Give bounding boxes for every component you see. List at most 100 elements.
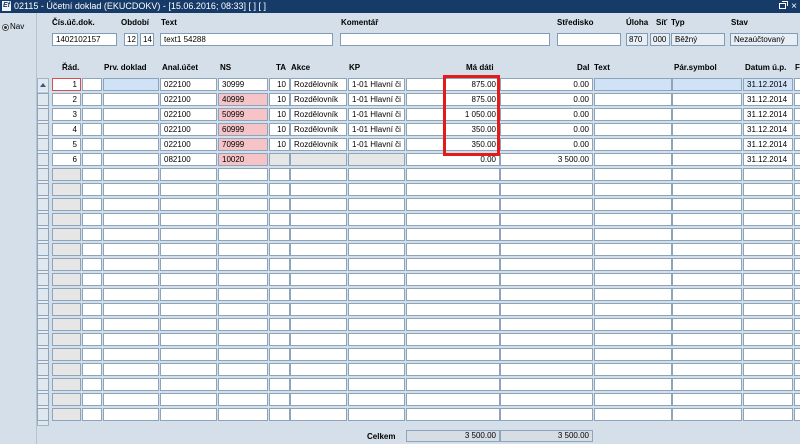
cell-f[interactable] <box>794 228 800 241</box>
cell-kp[interactable] <box>348 363 405 376</box>
cell-anal-ucet[interactable] <box>160 363 217 376</box>
cell-datum-up[interactable]: 31.12.2014 <box>743 93 793 106</box>
cell-ns[interactable] <box>218 168 268 181</box>
cell-prv-flag[interactable] <box>82 408 102 421</box>
cell-akce[interactable]: Rozdělovník <box>290 93 347 106</box>
cell-anal-ucet[interactable] <box>160 408 217 421</box>
cell-datum-up[interactable] <box>743 348 793 361</box>
cell-prv-flag[interactable] <box>82 228 102 241</box>
cell-datum-up[interactable]: 31.12.2014 <box>743 138 793 151</box>
cell-datum-up[interactable] <box>743 363 793 376</box>
cell-akce[interactable] <box>290 258 347 271</box>
close-icon[interactable]: × <box>791 0 797 13</box>
col-header-text[interactable]: Text <box>594 63 610 73</box>
cell-prv-flag[interactable] <box>82 258 102 271</box>
record-indicator[interactable] <box>37 393 49 406</box>
cell-kp[interactable] <box>348 273 405 286</box>
cell-rad[interactable] <box>52 213 81 226</box>
cell-ta[interactable] <box>269 288 290 301</box>
cell-ma-dati[interactable] <box>406 408 500 421</box>
cell-dal[interactable] <box>500 213 593 226</box>
cell-ta[interactable]: 10 <box>269 108 290 121</box>
cell-ns[interactable]: 60999 <box>218 123 268 136</box>
cell-dal[interactable] <box>500 243 593 256</box>
cell-ns[interactable]: 40999 <box>218 93 268 106</box>
cell-f[interactable] <box>794 213 800 226</box>
cell-rad[interactable]: 3 <box>52 108 81 121</box>
cell-par-symbol[interactable] <box>672 258 742 271</box>
cell-ns[interactable] <box>218 273 268 286</box>
cell-ta[interactable] <box>269 243 290 256</box>
cell-datum-up[interactable] <box>743 183 793 196</box>
cell-dal[interactable]: 0.00 <box>500 123 593 136</box>
cell-anal-ucet[interactable] <box>160 333 217 346</box>
col-header-prv-doklad[interactable]: Prv. doklad <box>104 63 147 73</box>
cell-akce[interactable] <box>290 408 347 421</box>
cell-rad[interactable]: 5 <box>52 138 81 151</box>
cell-f[interactable] <box>794 378 800 391</box>
cell-dal[interactable] <box>500 408 593 421</box>
cell-anal-ucet[interactable] <box>160 393 217 406</box>
cell-prv-flag[interactable] <box>82 138 102 151</box>
cell-rad[interactable] <box>52 348 81 361</box>
cell-prv-doklad[interactable] <box>103 123 159 136</box>
cell-f[interactable] <box>794 333 800 346</box>
cell-prv-flag[interactable] <box>82 153 102 166</box>
cell-ns[interactable] <box>218 198 268 211</box>
cis-uc-dok-field[interactable]: 1402102157 <box>52 33 117 46</box>
record-indicator[interactable] <box>37 273 49 286</box>
cell-ta[interactable] <box>269 363 290 376</box>
cell-datum-up[interactable] <box>743 198 793 211</box>
cell-kp[interactable] <box>348 378 405 391</box>
cell-kp[interactable] <box>348 258 405 271</box>
cell-anal-ucet[interactable]: 022100 <box>160 108 217 121</box>
cell-anal-ucet[interactable] <box>160 213 217 226</box>
cell-akce[interactable] <box>290 333 347 346</box>
cell-f[interactable] <box>794 153 800 166</box>
cell-kp[interactable] <box>348 243 405 256</box>
stredisko-field[interactable] <box>557 33 621 46</box>
scroll-up-icon[interactable] <box>38 79 48 91</box>
record-indicator[interactable] <box>37 258 49 271</box>
cell-anal-ucet[interactable]: 082100 <box>160 153 217 166</box>
col-header-ma-dati[interactable]: Má dáti <box>466 63 494 73</box>
record-indicator[interactable] <box>37 228 49 241</box>
cell-rad[interactable] <box>52 273 81 286</box>
cell-datum-up[interactable]: 31.12.2014 <box>743 78 793 91</box>
cell-par-symbol[interactable] <box>672 123 742 136</box>
cell-dal[interactable] <box>500 333 593 346</box>
cell-rad[interactable]: 4 <box>52 123 81 136</box>
cell-kp[interactable]: 1-01 Hlavní či <box>348 138 405 151</box>
cell-prv-doklad[interactable] <box>103 138 159 151</box>
cell-akce[interactable] <box>290 363 347 376</box>
cell-ta[interactable]: 10 <box>269 138 290 151</box>
cell-ma-dati[interactable] <box>406 378 500 391</box>
cell-prv-flag[interactable] <box>82 318 102 331</box>
cell-akce[interactable] <box>290 183 347 196</box>
cell-anal-ucet[interactable] <box>160 303 217 316</box>
cell-ma-dati[interactable] <box>406 303 500 316</box>
cell-f[interactable] <box>794 303 800 316</box>
cell-text[interactable] <box>594 273 672 286</box>
cell-par-symbol[interactable] <box>672 93 742 106</box>
cell-ta[interactable] <box>269 348 290 361</box>
obdobi-year-field[interactable]: 14 <box>140 33 154 46</box>
cell-par-symbol[interactable] <box>672 168 742 181</box>
cell-f[interactable] <box>794 183 800 196</box>
cell-ns[interactable] <box>218 288 268 301</box>
cell-prv-flag[interactable] <box>82 273 102 286</box>
col-header-ns[interactable]: NS <box>220 63 231 73</box>
cell-prv-flag[interactable] <box>82 288 102 301</box>
cell-datum-up[interactable] <box>743 243 793 256</box>
cell-akce[interactable] <box>290 168 347 181</box>
cell-ns[interactable] <box>218 303 268 316</box>
cell-akce[interactable] <box>290 303 347 316</box>
cell-dal[interactable] <box>500 363 593 376</box>
cell-prv-doklad[interactable] <box>103 168 159 181</box>
cell-ns[interactable] <box>218 183 268 196</box>
cell-kp[interactable] <box>348 333 405 346</box>
cell-kp[interactable] <box>348 213 405 226</box>
cell-prv-flag[interactable] <box>82 78 102 91</box>
cell-datum-up[interactable] <box>743 318 793 331</box>
cell-ma-dati[interactable] <box>406 168 500 181</box>
